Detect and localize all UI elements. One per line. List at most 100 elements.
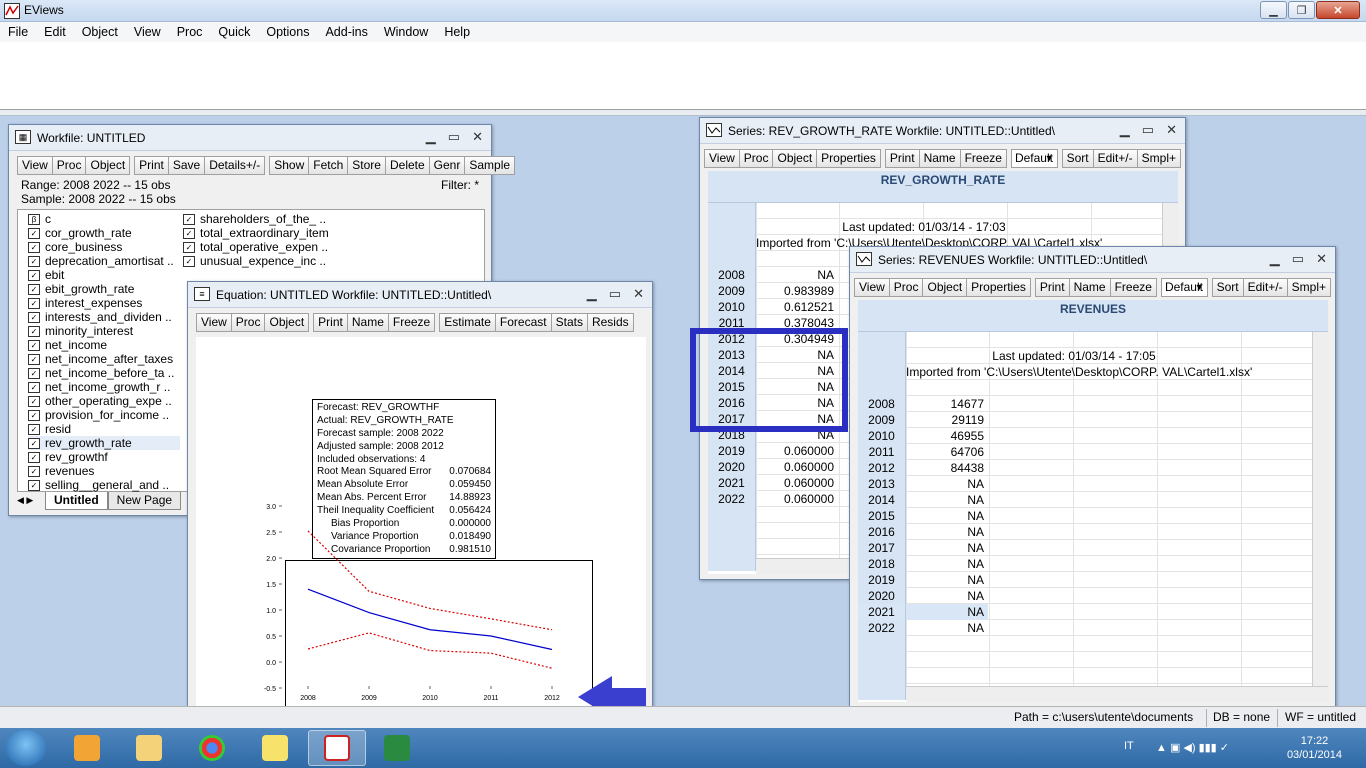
workfile-titlebar[interactable]: ▦ Workfile: UNTITLED ▁ ▭ ✕ xyxy=(9,125,491,151)
minimize-icon[interactable]: ▁ xyxy=(1120,122,1130,138)
command-splitter[interactable] xyxy=(0,110,1366,116)
eq-proc-button[interactable]: Proc xyxy=(231,312,266,332)
eq-view-button[interactable]: View xyxy=(196,312,232,332)
menu-view[interactable]: View xyxy=(126,25,169,39)
wf-proc-button[interactable]: Proc xyxy=(52,155,87,175)
row-value[interactable]: NA xyxy=(906,476,988,492)
row-value[interactable]: 0.060000 xyxy=(756,459,838,475)
s2-object-button[interactable]: Object xyxy=(923,277,968,297)
close-button[interactable]: ✕ xyxy=(1316,1,1360,19)
menu-addins[interactable]: Add-ins xyxy=(317,25,375,39)
wf-view-button[interactable]: View xyxy=(17,155,53,175)
s2-properties-button[interactable]: Properties xyxy=(967,277,1031,297)
s1-smpl-button[interactable]: Smpl+ xyxy=(1137,148,1181,168)
s2-display-format-select[interactable]: Default xyxy=(1160,277,1208,297)
wf-print-button[interactable]: Print xyxy=(134,155,169,175)
row-value[interactable]: NA xyxy=(906,524,988,540)
workfile-filter[interactable]: Filter: * xyxy=(441,178,479,192)
table-row[interactable]: 2018 NA xyxy=(858,556,1312,572)
maximize-icon[interactable]: ▭ xyxy=(609,286,621,302)
row-value[interactable]: 64706 xyxy=(906,444,988,460)
s1-edit-button[interactable]: Edit+/- xyxy=(1093,148,1138,168)
taskbar-explorer[interactable] xyxy=(120,730,178,766)
tab-scroll-arrows[interactable]: ◀ ▶ xyxy=(17,492,45,510)
s2-print-button[interactable]: Print xyxy=(1034,277,1070,297)
row-value[interactable]: 0.060000 xyxy=(756,475,838,491)
s2-sort-button[interactable]: Sort xyxy=(1211,277,1244,297)
wf-store-button[interactable]: Store xyxy=(348,155,386,175)
minimize-button[interactable]: ▁ xyxy=(1260,1,1287,19)
row-value[interactable]: 14677 xyxy=(906,396,988,412)
row-value[interactable]: NA xyxy=(906,588,988,604)
table-row[interactable]: 2011 64706 xyxy=(858,444,1312,460)
row-value[interactable]: 46955 xyxy=(906,428,988,444)
table-row[interactable]: 2010 46955 xyxy=(858,428,1312,444)
row-value[interactable]: NA xyxy=(906,492,988,508)
s1-object-button[interactable]: Object xyxy=(773,148,818,168)
table-row[interactable]: 2021 NA xyxy=(858,604,1312,620)
s1-view-button[interactable]: View xyxy=(704,148,740,168)
s1-sort-button[interactable]: Sort xyxy=(1061,148,1094,168)
eq-forecast-button[interactable]: Forecast xyxy=(495,312,552,332)
table-row[interactable]: 2017 NA xyxy=(858,540,1312,556)
workfile-object-item[interactable]: ✓ ebit xyxy=(28,268,180,282)
s2-view-button[interactable]: View xyxy=(854,277,890,297)
table-row[interactable]: 2014 NA xyxy=(858,492,1312,508)
eq-resids-button[interactable]: Resids xyxy=(587,312,634,332)
table-row[interactable]: 2012 84438 xyxy=(858,460,1312,476)
tab-untitled[interactable]: Untitled xyxy=(45,492,108,510)
workfile-object-item[interactable]: ✓ shareholders_of_the_ .. xyxy=(183,212,343,226)
equation-titlebar[interactable]: ≡ Equation: UNTITLED Workfile: UNTITLED:… xyxy=(188,282,652,308)
s1-properties-button[interactable]: Properties xyxy=(817,148,881,168)
taskbar-excel[interactable] xyxy=(368,730,426,766)
command-window[interactable] xyxy=(0,42,1366,110)
menu-help[interactable]: Help xyxy=(436,25,478,39)
row-value[interactable]: NA xyxy=(906,620,988,636)
row-value[interactable]: 0.983989 xyxy=(756,283,838,299)
row-value[interactable]: NA xyxy=(756,267,838,283)
wf-save-button[interactable]: Save xyxy=(168,155,206,175)
workfile-object-item[interactable]: ✓ net_income_before_ta .. xyxy=(28,366,180,380)
workfile-object-item[interactable]: ✓ deprecation_amortisat .. xyxy=(28,254,180,268)
maximize-icon[interactable]: ▭ xyxy=(448,129,460,145)
table-row[interactable]: 2009 29119 xyxy=(858,412,1312,428)
workfile-object-item[interactable]: ✓ cor_growth_rate xyxy=(28,226,180,240)
wf-show-button[interactable]: Show xyxy=(269,155,310,175)
row-value[interactable]: 0.060000 xyxy=(756,443,838,459)
workfile-object-item[interactable]: ✓ total_operative_expen .. xyxy=(183,240,343,254)
tab-new-page[interactable]: New Page xyxy=(107,492,182,510)
s1-proc-button[interactable]: Proc xyxy=(739,148,774,168)
restore-button[interactable]: ❐ xyxy=(1288,1,1315,19)
workfile-object-item[interactable]: ✓ net_income_after_taxes xyxy=(28,352,180,366)
row-value[interactable]: NA xyxy=(906,540,988,556)
table-row[interactable]: 2019 NA xyxy=(858,572,1312,588)
series2-spreadsheet[interactable]: REVENUES Last updated: 01/03/14 - 17:05 I… xyxy=(858,300,1328,702)
row-value[interactable]: 84438 xyxy=(906,460,988,476)
row-value[interactable]: 0.060000 xyxy=(756,491,838,507)
minimize-icon[interactable]: ▁ xyxy=(426,129,436,145)
s2-smpl-button[interactable]: Smpl+ xyxy=(1287,277,1331,297)
menu-edit[interactable]: Edit xyxy=(36,25,74,39)
eq-object-button[interactable]: Object xyxy=(265,312,310,332)
eq-print-button[interactable]: Print xyxy=(313,312,348,332)
wf-sample-button[interactable]: Sample xyxy=(465,155,516,175)
workfile-range[interactable]: Range: 2008 2022 -- 15 obs xyxy=(21,178,479,192)
workfile-object-item[interactable]: ✓ total_extraordinary_item xyxy=(183,226,343,240)
row-value[interactable]: NA xyxy=(906,556,988,572)
workfile-object-item[interactable]: ✓ unusual_expence_inc .. xyxy=(183,254,343,268)
table-row[interactable]: 2020 NA xyxy=(858,588,1312,604)
menu-options[interactable]: Options xyxy=(258,25,317,39)
menu-window[interactable]: Window xyxy=(376,25,436,39)
close-icon[interactable]: ✕ xyxy=(633,286,644,302)
taskbar-media-player[interactable] xyxy=(58,730,116,766)
eq-estimate-button[interactable]: Estimate xyxy=(439,312,496,332)
workfile-object-item[interactable]: ✓ net_income xyxy=(28,338,180,352)
maximize-icon[interactable]: ▭ xyxy=(1292,251,1304,267)
row-value[interactable]: 0.612521 xyxy=(756,299,838,315)
workfile-object-item[interactable]: ✓ core_business xyxy=(28,240,180,254)
horizontal-scrollbar[interactable] xyxy=(906,686,1328,702)
workfile-object-item[interactable]: ✓ interests_and_dividen .. xyxy=(28,310,180,324)
wf-details-button[interactable]: Details+/- xyxy=(205,155,266,175)
workfile-object-item[interactable]: ✓ provision_for_income .. xyxy=(28,408,180,422)
workfile-object-item[interactable]: ✓ ebit_growth_rate xyxy=(28,282,180,296)
